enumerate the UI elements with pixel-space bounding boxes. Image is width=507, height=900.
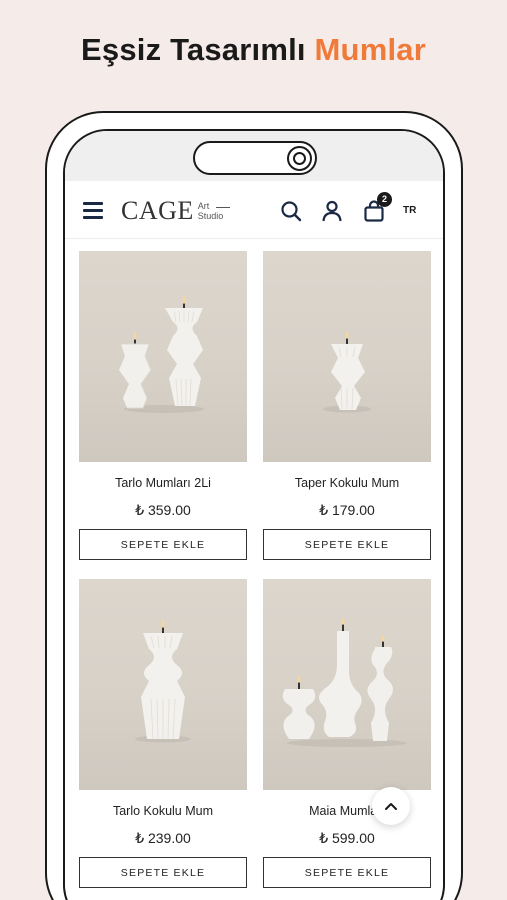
logo-wordmark: CAGE [121, 196, 194, 225]
product-card[interactable]: Tarlo Kokulu Mum ₺ 239.00 SEPETE EKLE [79, 579, 247, 888]
search-icon[interactable] [279, 199, 303, 223]
product-card[interactable]: Tarlo Mumları 2Li ₺ 359.00 SEPETE EKLE [79, 251, 247, 560]
brand-logo[interactable]: CAGE Art Studio [121, 196, 230, 226]
cart-button[interactable]: 2 [362, 192, 392, 223]
phone-notch [193, 141, 317, 175]
product-price: ₺ 239.00 [135, 830, 191, 846]
app-header: CAGE Art Studio 2 TR [65, 181, 443, 239]
logo-subtitle: Art Studio [197, 201, 230, 221]
product-card[interactable]: Taper Kokulu Mum ₺ 179.00 SEPETE EKLE [263, 251, 431, 560]
scroll-to-top-button[interactable] [372, 787, 410, 825]
product-image[interactable] [263, 251, 431, 462]
product-card[interactable]: Maia Mumları ₺ 599.00 SEPETE EKLE [263, 579, 431, 888]
language-selector[interactable]: TR [403, 205, 416, 216]
logo-sub-studio: Studio [197, 211, 224, 221]
status-bar [65, 131, 443, 181]
promo-headline: Eşsiz Tasarımlı Mumlar [0, 32, 507, 68]
add-to-cart-button[interactable]: SEPETE EKLE [79, 529, 247, 560]
add-to-cart-button[interactable]: SEPETE EKLE [263, 529, 431, 560]
product-name[interactable]: Tarlo Mumları 2Li [79, 476, 247, 492]
product-price: ₺ 599.00 [319, 830, 375, 846]
add-to-cart-button[interactable]: SEPETE EKLE [263, 857, 431, 888]
product-image[interactable] [79, 579, 247, 790]
add-to-cart-button[interactable]: SEPETE EKLE [79, 857, 247, 888]
product-name[interactable]: Tarlo Kokulu Mum [79, 804, 247, 820]
phone-frame: CAGE Art Studio 2 TR Tarlo Mumları 2Li ₺… [45, 111, 463, 900]
product-image[interactable] [263, 579, 431, 790]
product-image[interactable] [79, 251, 247, 462]
cart-count-badge: 2 [377, 192, 392, 207]
headline-accent: Mumlar [314, 32, 426, 67]
logo-sub-art: Art [198, 201, 230, 211]
user-icon[interactable] [320, 199, 344, 223]
chevron-up-icon [385, 803, 397, 810]
product-name[interactable]: Taper Kokulu Mum [263, 476, 431, 492]
camera-icon [287, 146, 312, 171]
product-price: ₺ 359.00 [135, 502, 191, 518]
product-price: ₺ 179.00 [319, 502, 375, 518]
headline-text: Eşsiz Tasarımlı [81, 32, 315, 67]
menu-icon[interactable] [83, 202, 103, 219]
phone-screen: CAGE Art Studio 2 TR Tarlo Mumları 2Li ₺… [63, 129, 445, 900]
